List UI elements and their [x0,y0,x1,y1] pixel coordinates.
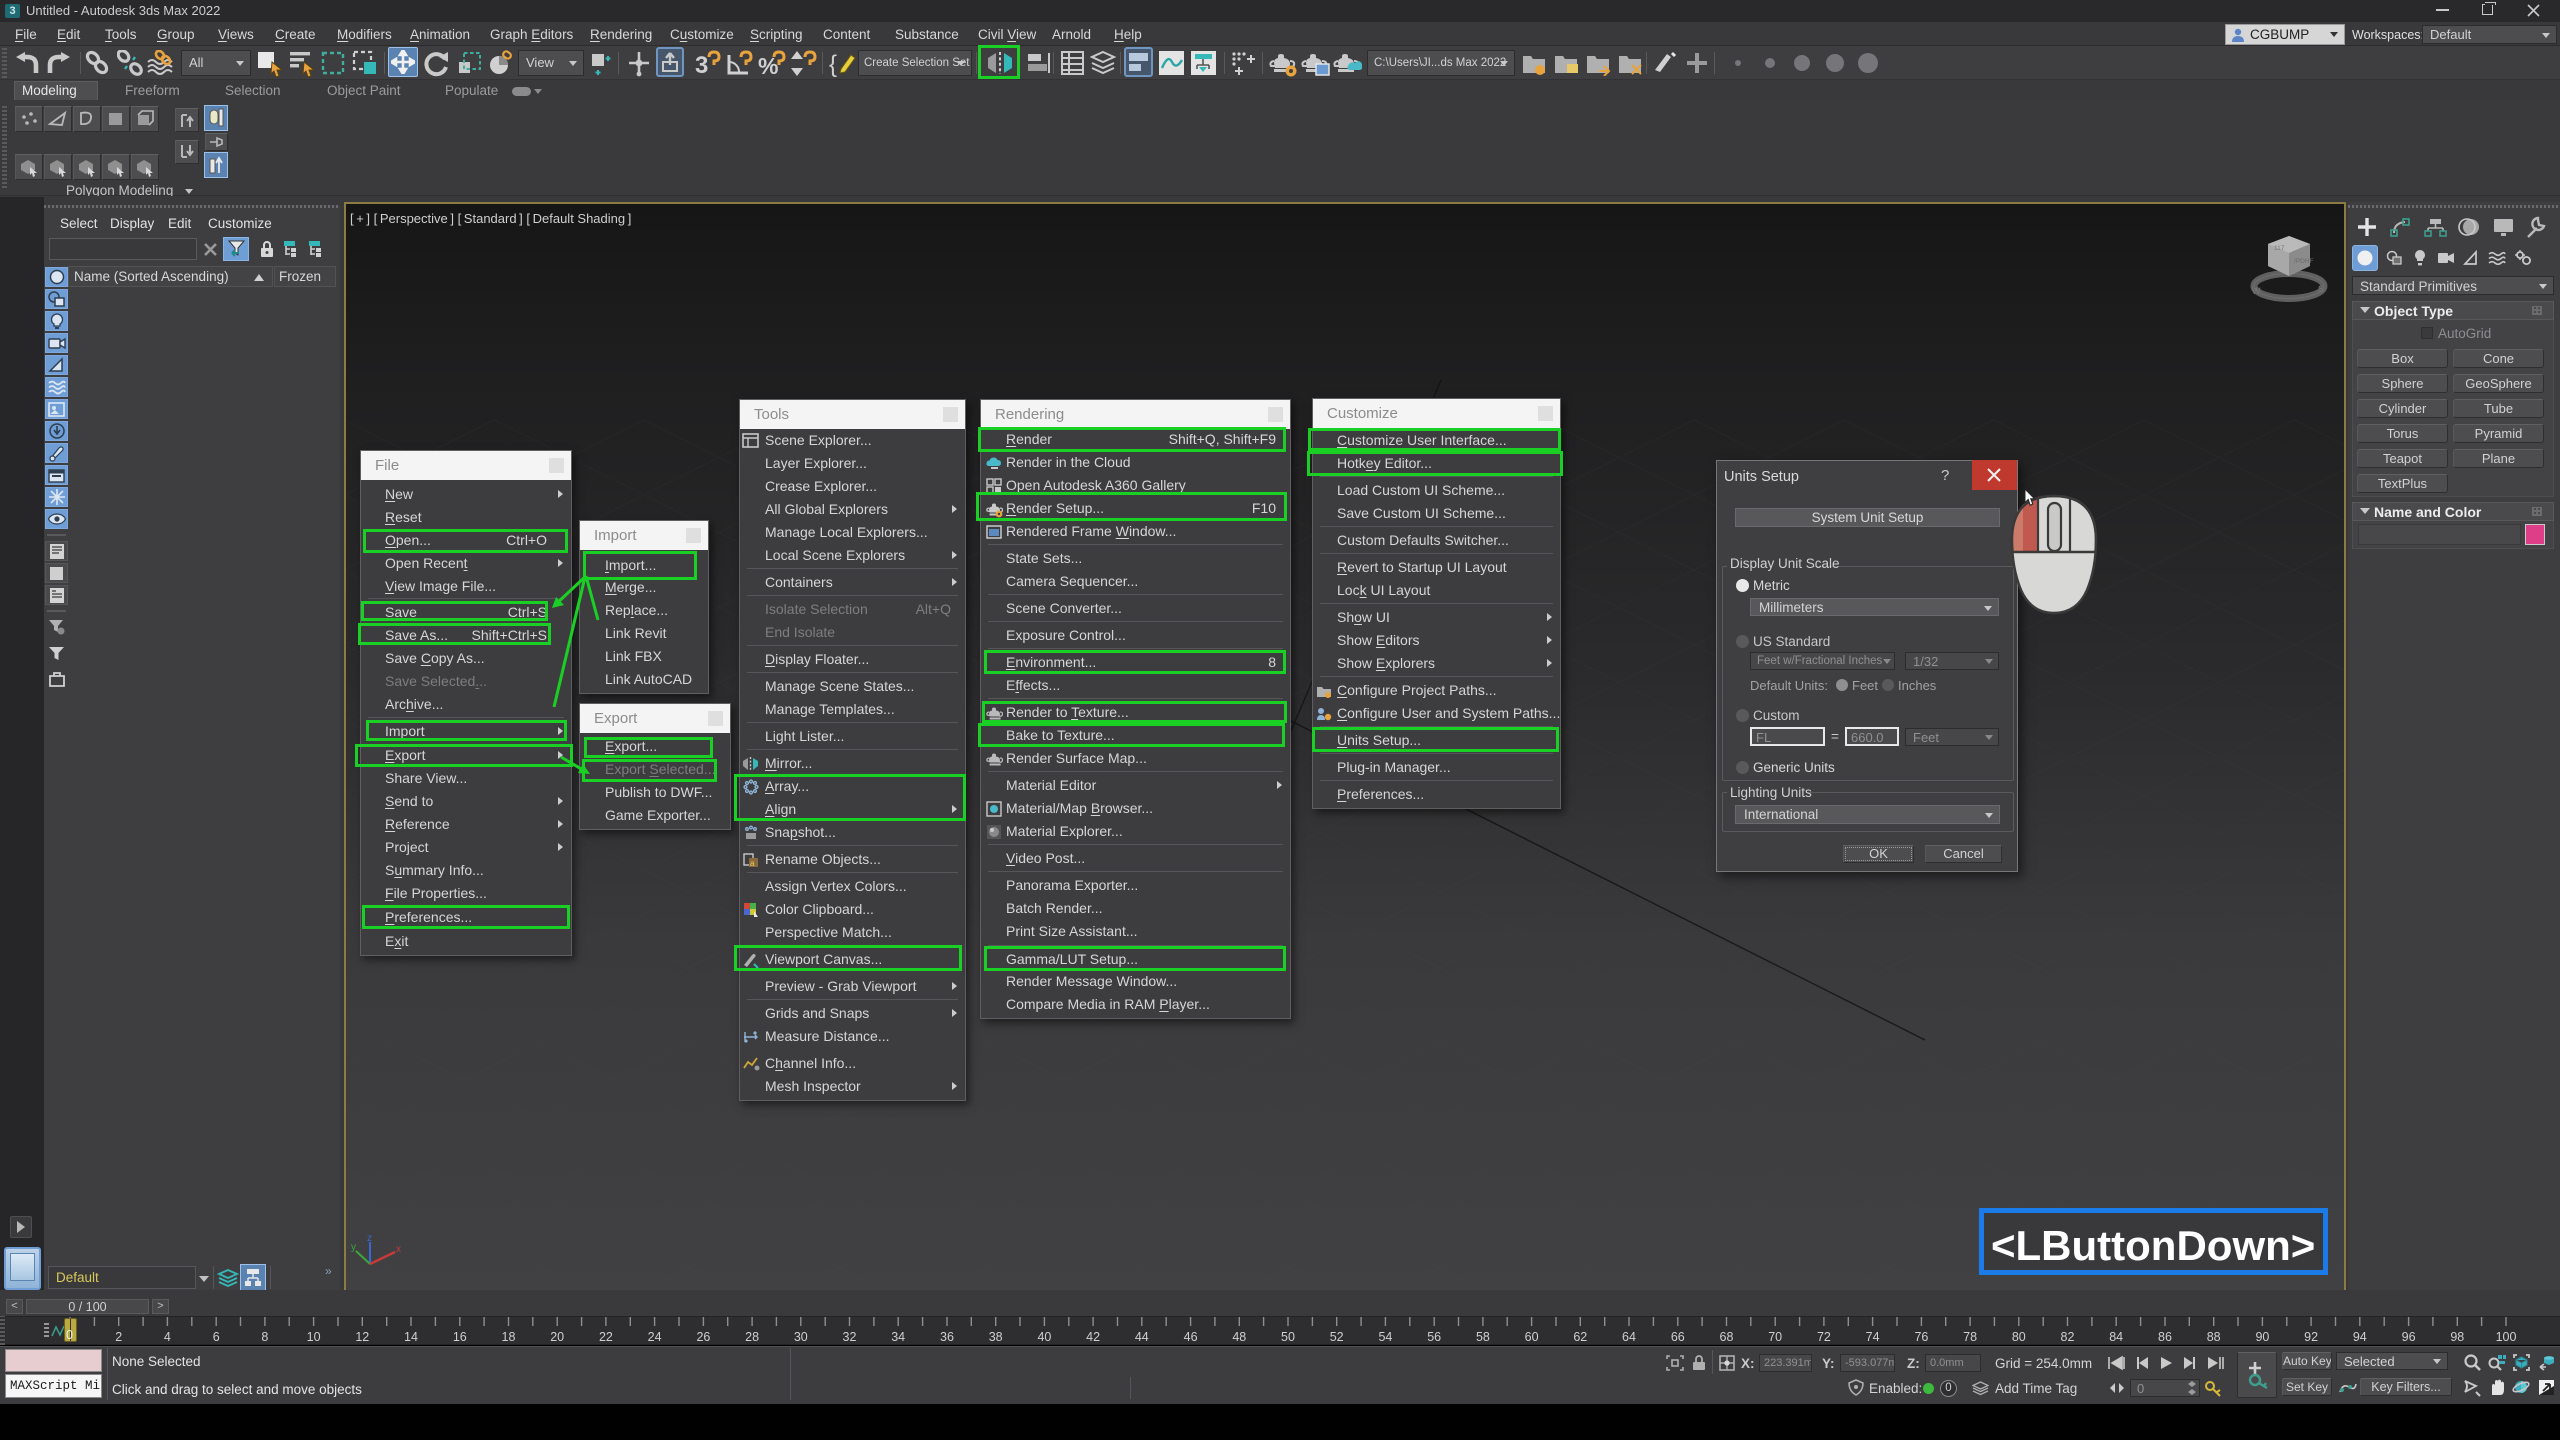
svg-text:56: 56 [1427,1330,1441,1344]
svg-text:30: 30 [794,1330,808,1344]
svg-text:50: 50 [1281,1330,1295,1344]
svg-text:66: 66 [1671,1330,1685,1344]
svg-text:84: 84 [2109,1330,2123,1344]
svg-text:94: 94 [2353,1330,2367,1344]
svg-text:10: 10 [307,1330,321,1344]
svg-text:62: 62 [1573,1330,1587,1344]
svg-text:38: 38 [989,1330,1003,1344]
svg-text:y: y [351,1242,356,1253]
svg-text:58: 58 [1476,1330,1490,1344]
svg-text:8: 8 [261,1330,268,1344]
svg-text:2: 2 [115,1330,122,1344]
svg-text:82: 82 [2061,1330,2075,1344]
svg-text:4: 4 [164,1330,171,1344]
svg-text:28: 28 [745,1330,759,1344]
svg-text:24: 24 [648,1330,662,1344]
svg-text:26: 26 [696,1330,710,1344]
svg-text:90: 90 [2255,1330,2269,1344]
svg-text:88: 88 [2207,1330,2221,1344]
svg-text:78: 78 [1963,1330,1977,1344]
svg-text:S: S [2318,284,2324,294]
svg-text:92: 92 [2304,1330,2318,1344]
svg-text:14: 14 [404,1330,418,1344]
svg-text:100: 100 [2496,1330,2517,1344]
svg-text:98: 98 [2450,1330,2464,1344]
svg-text:3: 3 [695,52,708,78]
svg-text:48: 48 [1232,1330,1246,1344]
svg-text:W: W [2252,286,2261,296]
svg-text:12: 12 [355,1330,369,1344]
svg-text:{: { [829,51,837,77]
svg-text:18: 18 [502,1330,516,1344]
svg-text:32: 32 [843,1330,857,1344]
svg-text:68: 68 [1720,1330,1734,1344]
svg-text:64: 64 [1622,1330,1636,1344]
svg-text:74: 74 [1866,1330,1880,1344]
svg-text:54: 54 [1378,1330,1392,1344]
svg-text:36: 36 [940,1330,954,1344]
svg-text:80: 80 [2012,1330,2026,1344]
svg-text:44: 44 [1135,1330,1149,1344]
svg-text:117: 117 [2274,245,2285,252]
svg-text:16: 16 [453,1330,467,1344]
svg-text:z: z [367,1233,372,1244]
svg-text:6: 6 [213,1330,220,1344]
svg-text:34: 34 [891,1330,905,1344]
svg-text:20: 20 [550,1330,564,1344]
svg-text:a: a [750,859,755,868]
svg-text:70: 70 [1768,1330,1782,1344]
svg-text:22: 22 [599,1330,613,1344]
svg-text:46: 46 [1184,1330,1198,1344]
svg-text:/PDHF: /PDHF [2294,258,2314,265]
svg-text:96: 96 [2402,1330,2416,1344]
svg-text:60: 60 [1525,1330,1539,1344]
svg-text:42: 42 [1086,1330,1100,1344]
svg-text:76: 76 [1914,1330,1928,1344]
svg-text:40: 40 [1037,1330,1051,1344]
svg-text:86: 86 [2158,1330,2172,1344]
svg-text:72: 72 [1817,1330,1831,1344]
svg-text:52: 52 [1330,1330,1344,1344]
svg-text:x: x [396,1244,401,1255]
